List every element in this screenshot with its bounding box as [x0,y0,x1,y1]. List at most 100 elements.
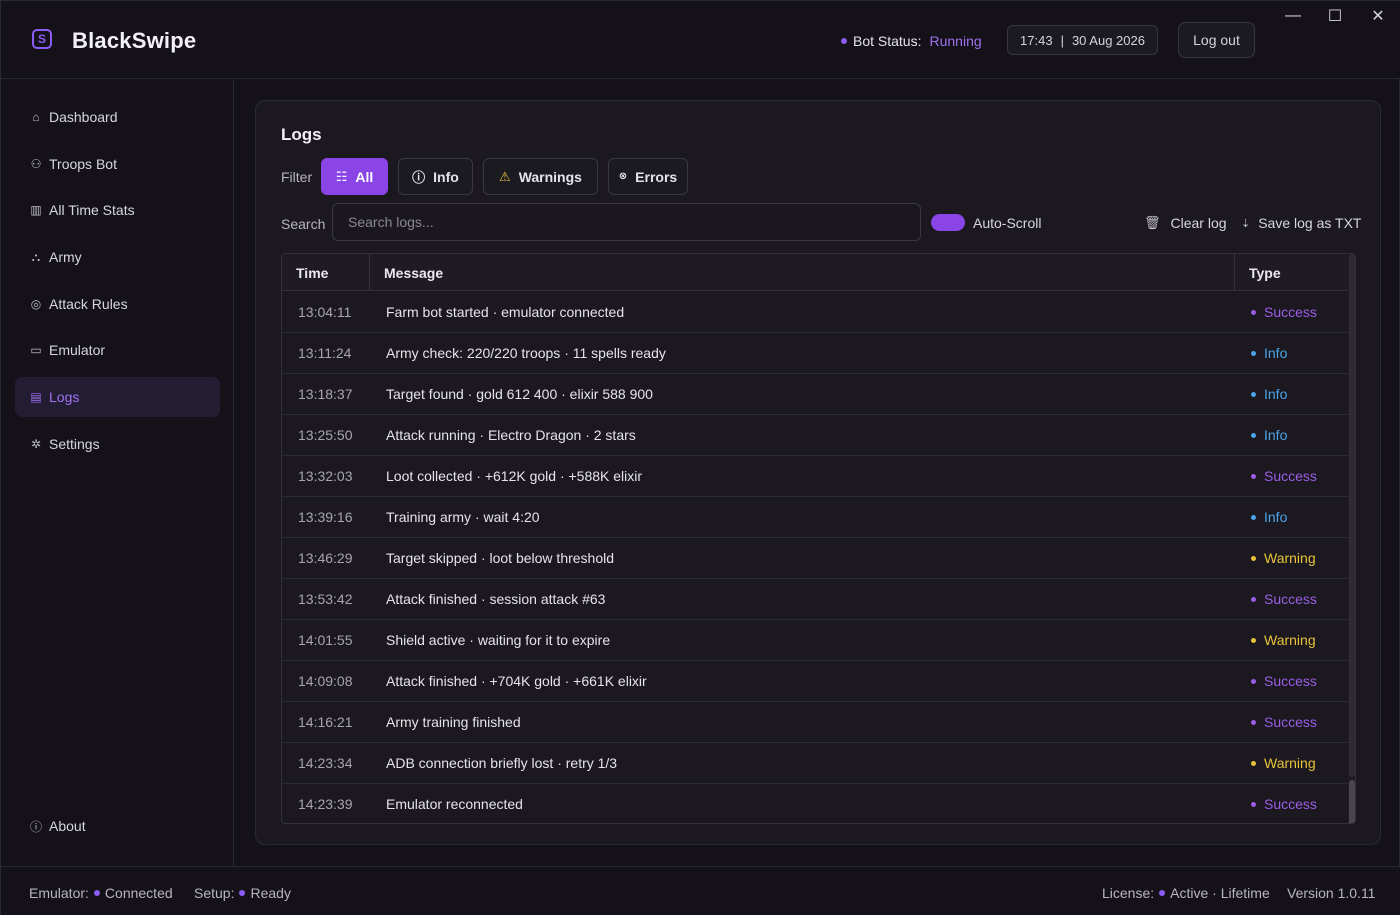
log-type-label: Success [1264,591,1317,607]
setup-status-value: Ready [250,885,291,901]
column-header-message[interactable]: Message [370,254,1235,291]
sidebar-item-label: All Time Stats [49,202,135,218]
filter-info-button[interactable]: ⓘ Info [398,158,473,195]
document-icon: ▤ [30,390,42,404]
warning-icon: ⚠ [499,168,511,184]
column-header-type[interactable]: Type [1235,254,1348,291]
sidebar-item-all-time-stats[interactable]: ▥ All Time Stats [15,190,220,230]
log-type-label: Info [1264,386,1288,402]
gear-icon: ✲ [30,437,42,451]
maximize-icon[interactable]: ☐ [1323,5,1347,27]
filter-warnings-button[interactable]: ⚠ Warnings [483,158,598,195]
table-row[interactable]: 13:53:42 Attack finished · session attack… [282,579,1348,620]
log-type: Success [1251,702,1317,742]
status-dot-icon [93,890,100,896]
clear-log-button[interactable]: 🗑 Clear log [1144,215,1227,231]
filter-label: Filter [281,169,313,185]
type-dot-icon [1251,678,1256,684]
sidebar-item-attack-rules[interactable]: ◎ Attack Rules [15,284,220,324]
log-message: Emulator reconnected [386,796,523,812]
log-time: 13:32:03 [298,468,353,484]
table-row[interactable]: 14:16:21 Army training finished Success [282,702,1348,743]
log-time: 14:09:08 [298,673,353,689]
log-time: 14:01:55 [298,632,353,648]
column-header-time[interactable]: Time [282,254,370,291]
save-log-button[interactable]: ⇣ Save log as TXT [1241,215,1361,231]
sidebar-item-dashboard[interactable]: ⌂ Dashboard [15,97,220,137]
sidebar-item-settings[interactable]: ✲ Settings [15,424,220,464]
logs-table: Time Message Type 13:04:11 Farm bot start… [281,253,1356,824]
logout-button[interactable]: Log out [1178,22,1255,58]
table-row[interactable]: 13:39:16 Training army · wait 4:20 Info [282,497,1348,538]
table-scrollbar[interactable] [1348,254,1355,823]
type-dot-icon [1251,760,1256,766]
log-message: Shield active · waiting for it to expire [386,632,611,648]
search-input[interactable] [332,203,921,241]
table-row[interactable]: 14:23:34 ADB connection briefly lost · re… [282,743,1348,784]
auto-scroll-label: Auto-Scroll [973,215,1042,231]
table-row[interactable]: 13:04:11 Farm bot started · emulator conn… [282,292,1348,333]
download-icon: ⇣ [1241,217,1251,230]
bar-chart-icon: ▥ [30,203,42,217]
sidebar-item-troops-bot[interactable]: ⚇ Troops Bot [15,144,220,184]
log-type: Warning [1251,538,1316,578]
table-row[interactable]: 13:32:03 Loot collected · +612K gold · +5… [282,456,1348,497]
table-row[interactable]: 14:23:39 Emulator reconnected Success [282,784,1348,823]
log-time: 13:11:24 [298,345,352,361]
status-dot-icon [1159,890,1166,896]
table-row[interactable]: 14:01:55 Shield active · waiting for it t… [282,620,1348,661]
log-message: Army training finished [386,714,521,730]
log-message: Attack finished · session attack #63 [386,591,606,607]
log-time: 13:46:29 [298,550,353,566]
log-message: ADB connection briefly lost · retry 1/3 [386,755,618,771]
filter-label-text: Warnings [518,168,582,185]
log-time: 14:23:39 [298,796,353,812]
type-dot-icon [1251,637,1256,643]
log-message: Farm bot started · emulator connected [386,304,625,320]
monitor-icon: ▭ [30,343,42,357]
home-icon: ⌂ [32,110,40,124]
log-type-label: Info [1264,427,1288,443]
sidebar-item-label: Emulator [49,342,106,358]
table-row[interactable]: 13:25:50 Attack running · Electro Dragon … [282,415,1348,456]
save-log-label: Save log as TXT [1258,215,1362,231]
trash-icon: 🗑 [1144,215,1161,230]
emulator-status-value: Connected [104,885,173,901]
table-row[interactable]: 13:18:37 Target found · gold 612 400 · el… [282,374,1348,415]
minimize-icon[interactable]: — [1281,5,1305,27]
table-row[interactable]: 13:46:29 Target skipped · loot below thre… [282,538,1348,579]
filter-label-text: Errors [635,168,678,185]
log-time: 13:04:11 [298,304,352,320]
log-type: Success [1251,292,1317,332]
status-bar: Emulator: Connected Setup: Ready License… [1,866,1400,915]
log-time: 13:39:16 [298,509,353,525]
sidebar-item-logs[interactable]: ▤ Logs [15,377,220,417]
table-row[interactable]: 13:11:24 Army check: 220/220 troops · 11 … [282,333,1348,374]
sidebar: ⌂ Dashboard ⚇ Troops Bot ▥ All Time Stat… [1,80,234,866]
sidebar-item-label: Settings [49,436,100,452]
log-message: Loot collected · +612K gold · +588K elix… [386,468,643,484]
log-type: Info [1251,333,1287,373]
logo-icon: S [32,29,52,49]
type-dot-icon [1251,350,1256,356]
scrollbar-thumb[interactable] [1349,780,1355,823]
log-message: Target found · gold 612 400 · elixir 588… [386,386,653,402]
log-time: 13:18:37 [298,386,353,402]
sidebar-item-army[interactable]: ⛬ Army [15,237,220,277]
sidebar-item-label: Troops Bot [49,156,117,172]
table-row[interactable]: 14:09:08 Attack finished · +704K gold · +… [282,661,1348,702]
info-icon: ⓘ [29,819,42,834]
type-dot-icon [1251,514,1256,520]
target-icon: ◎ [30,297,42,311]
filter-errors-button[interactable]: ⊗ Errors [608,158,688,195]
sidebar-item-emulator[interactable]: ▭ Emulator [15,330,220,370]
filter-all-button[interactable]: ☷ All [321,158,388,195]
log-type-label: Info [1264,345,1288,361]
type-dot-icon [1251,596,1256,602]
log-type-label: Success [1264,468,1317,484]
status-dot-icon [239,890,246,896]
close-icon[interactable]: ✕ [1366,5,1390,27]
sidebar-item-about[interactable]: ⓘ About [15,806,220,846]
log-type-label: Success [1264,796,1317,812]
auto-scroll-toggle[interactable] [931,214,965,231]
